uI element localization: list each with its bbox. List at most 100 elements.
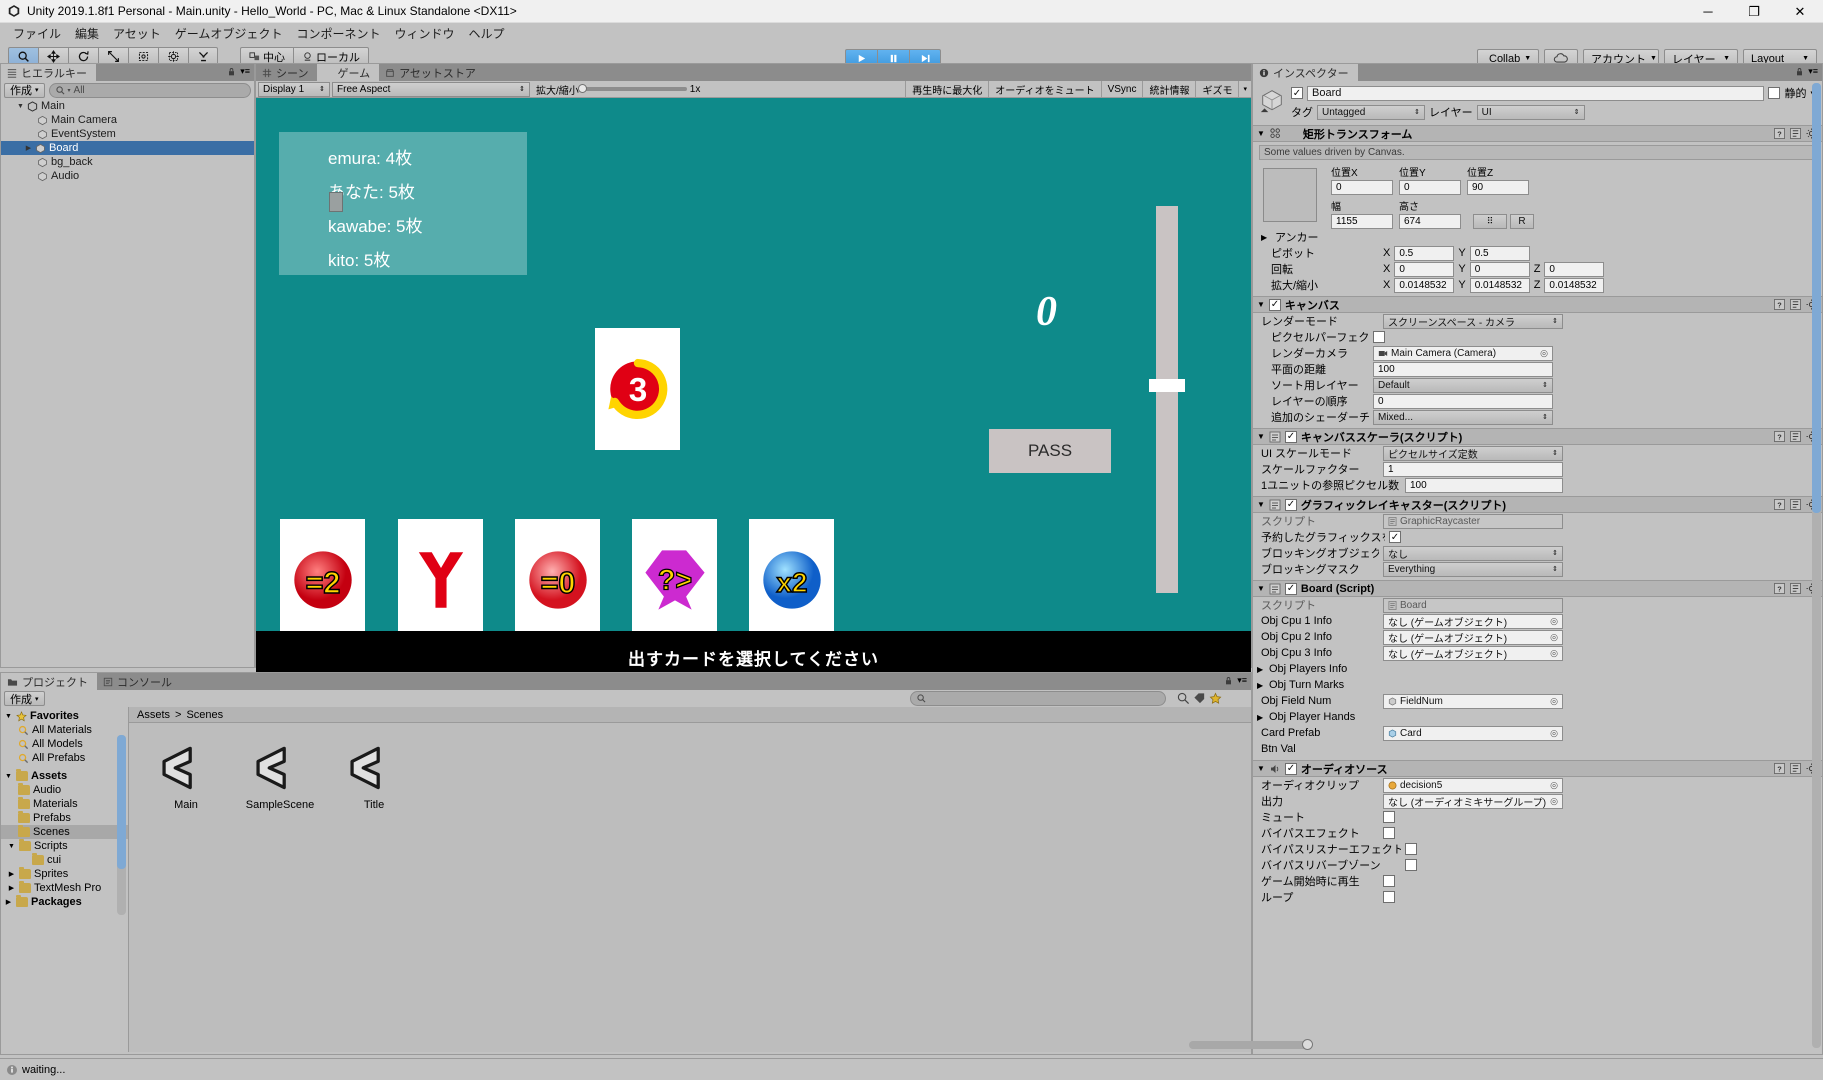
blocking-objects-dropdown[interactable]: なし ⇕	[1383, 545, 1563, 561]
graphic-raycaster-enabled-checkbox[interactable]: ✓	[1284, 498, 1297, 511]
object-picker-icon[interactable]: ◎	[1550, 632, 1558, 643]
hand-card-2[interactable]: =0	[515, 519, 600, 641]
component-header-canvas-scaler[interactable]: ▼ ✓ キャンバススケーラ(スクリプト) ?	[1253, 428, 1822, 445]
blueprint-mode-button[interactable]: R	[1510, 214, 1534, 229]
static-checkbox[interactable]	[1768, 87, 1781, 99]
vsync-button[interactable]: VSync	[1100, 80, 1143, 98]
foldout-arrow-icon[interactable]: ▼	[4, 713, 13, 720]
project-tree-textmesh-pro[interactable]: ▶ TextMesh Pro	[1, 881, 128, 895]
hand-card-4[interactable]: x2	[749, 519, 834, 641]
preset-icon[interactable]	[1790, 499, 1801, 510]
component-header-rect-transform[interactable]: ▼ 矩形トランスフォーム ?	[1253, 125, 1822, 142]
tab-scene[interactable]: シーン	[256, 64, 318, 81]
foldout-arrow-icon[interactable]: ▼	[7, 843, 16, 850]
filter-by-type-icon[interactable]	[1177, 692, 1190, 705]
component-header-audio-source[interactable]: ▼ ✓ オーディオソース ?	[1253, 760, 1822, 777]
component-header-canvas[interactable]: ▼ ✓ キャンバス ?	[1253, 296, 1822, 313]
project-tree-scrollbar-thumb[interactable]	[117, 735, 126, 869]
asset-item-main[interactable]: Main	[151, 739, 221, 811]
project-tree-sprites[interactable]: ▶ Sprites	[1, 867, 128, 881]
foldout-arrow-icon[interactable]: ▼	[1257, 129, 1265, 138]
project-tree-favorites[interactable]: ▼ Favorites	[1, 709, 128, 723]
display-dropdown[interactable]: Display 1 ⇕	[258, 81, 330, 97]
rot-x-field[interactable]: 0	[1394, 261, 1455, 277]
preset-icon[interactable]	[1790, 128, 1801, 139]
board-row-player-hands[interactable]: ▶ Obj Player Hands	[1253, 709, 1822, 725]
tab-assetstore[interactable]: アセットストア	[379, 64, 485, 81]
aspect-dropdown[interactable]: Free Aspect ⇕	[332, 81, 530, 97]
pos-y-field[interactable]: 0	[1399, 180, 1461, 195]
breadcrumb-scenes[interactable]: Scenes	[186, 709, 223, 721]
object-picker-icon[interactable]: ◎	[1550, 728, 1558, 739]
hand-card-3[interactable]: ?>	[632, 519, 717, 641]
render-mode-dropdown[interactable]: スクリーンスペース - カメラ ⇕	[1383, 313, 1563, 329]
anchor-foldout-row[interactable]: ▶ アンカー	[1253, 229, 1822, 245]
audio-clip-field[interactable]: decision5 ◎	[1383, 777, 1563, 793]
pivot-y-field[interactable]: 0.5	[1469, 245, 1530, 261]
close-button[interactable]: ✕	[1777, 0, 1823, 23]
project-tree-materials[interactable]: Materials	[1, 797, 128, 811]
bypass-listener-effects-checkbox[interactable]	[1405, 843, 1417, 855]
canvas-enabled-checkbox[interactable]: ✓	[1268, 298, 1281, 311]
foldout-arrow-icon[interactable]: ▼	[1257, 584, 1265, 593]
anchor-snap-button[interactable]: ⠿	[1473, 214, 1507, 229]
lock-icon[interactable]	[1795, 67, 1804, 77]
maximize-on-play-button[interactable]: 再生時に最大化	[905, 80, 988, 98]
project-tree-scenes[interactable]: Scenes	[1, 825, 128, 839]
menu-item-file[interactable]: ファイル	[6, 23, 68, 44]
hierarchy-menu-icon[interactable]: ▾≡	[240, 66, 250, 77]
menu-item-assets[interactable]: アセット	[106, 23, 168, 44]
pixel-perfect-checkbox[interactable]	[1373, 331, 1385, 343]
hand-card-0[interactable]: =2	[280, 519, 365, 641]
asset-grid-zoom-knob[interactable]	[1302, 1039, 1313, 1050]
project-tree-assets[interactable]: ▼ Assets	[1, 769, 128, 783]
help-icon[interactable]: ?	[1774, 763, 1785, 774]
lock-icon[interactable]	[1224, 676, 1233, 686]
menu-item-component[interactable]: コンポーネント	[289, 23, 387, 44]
help-icon[interactable]: ?	[1774, 431, 1785, 442]
menu-item-help[interactable]: ヘルプ	[461, 23, 511, 44]
plane-distance-field[interactable]: 100	[1373, 361, 1553, 377]
hierarchy-item-main[interactable]: ▼ Main	[1, 99, 254, 113]
volume-slider-track[interactable]	[1156, 206, 1178, 593]
menu-item-edit[interactable]: 編集	[68, 23, 106, 44]
pivot-x-field[interactable]: 0.5	[1394, 245, 1455, 261]
project-tree-all-models[interactable]: All Models	[1, 737, 128, 751]
project-tree-packages[interactable]: ▶ Packages	[1, 895, 128, 909]
volume-slider-handle[interactable]	[1149, 379, 1185, 392]
object-picker-icon[interactable]: ◎	[1550, 696, 1558, 707]
play-on-awake-checkbox[interactable]	[1383, 875, 1395, 887]
foldout-arrow-icon[interactable]: ▼	[1257, 432, 1265, 441]
audio-source-enabled-checkbox[interactable]: ✓	[1284, 762, 1297, 775]
blocking-mask-dropdown[interactable]: Everything ⇕	[1383, 561, 1563, 577]
foldout-arrow-icon[interactable]: ▶	[1261, 233, 1271, 242]
object-picker-icon[interactable]: ◎	[1550, 780, 1558, 791]
asset-item-title[interactable]: Title	[339, 739, 409, 811]
breadcrumb-assets[interactable]: Assets	[137, 709, 170, 721]
object-picker-icon[interactable]: ◎	[1550, 648, 1558, 659]
tag-dropdown[interactable]: Untagged ⇕	[1317, 104, 1425, 120]
project-tree-prefabs[interactable]: Prefabs	[1, 811, 128, 825]
help-icon[interactable]: ?	[1774, 499, 1785, 510]
foldout-arrow-icon[interactable]: ▼	[1257, 300, 1265, 309]
ignore-reversed-checkbox[interactable]: ✓	[1389, 531, 1401, 543]
zoom-track[interactable]	[577, 84, 687, 93]
asset-item-samplescene[interactable]: SampleScene	[245, 739, 315, 811]
help-icon[interactable]: ?	[1774, 128, 1785, 139]
gizmos-button[interactable]: ギズモ	[1195, 80, 1238, 98]
create-button[interactable]: 作成 ▾	[4, 82, 45, 98]
object-picker-icon[interactable]: ◎	[1550, 796, 1558, 807]
stats-button[interactable]: 統計情報	[1142, 80, 1195, 98]
rot-z-field[interactable]: 0	[1544, 261, 1605, 277]
canvas-scaler-enabled-checkbox[interactable]: ✓	[1284, 430, 1297, 443]
project-tree-cui[interactable]: cui	[1, 853, 128, 867]
rot-y-field[interactable]: 0	[1469, 261, 1530, 277]
inspector-menu-icon[interactable]: ▾≡	[1808, 66, 1818, 77]
foldout-arrow-icon[interactable]: ▼	[15, 103, 26, 110]
tab-game[interactable]: ゲーム	[317, 64, 380, 81]
scale-z-field[interactable]: 0.0148532	[1544, 277, 1605, 293]
object-picker-icon[interactable]: ◎	[1550, 616, 1558, 627]
tab-console[interactable]: コンソール	[97, 673, 181, 690]
reference-ppu-field[interactable]: 100	[1405, 477, 1563, 493]
tab-inspector[interactable]: インスペクター	[1253, 64, 1358, 81]
